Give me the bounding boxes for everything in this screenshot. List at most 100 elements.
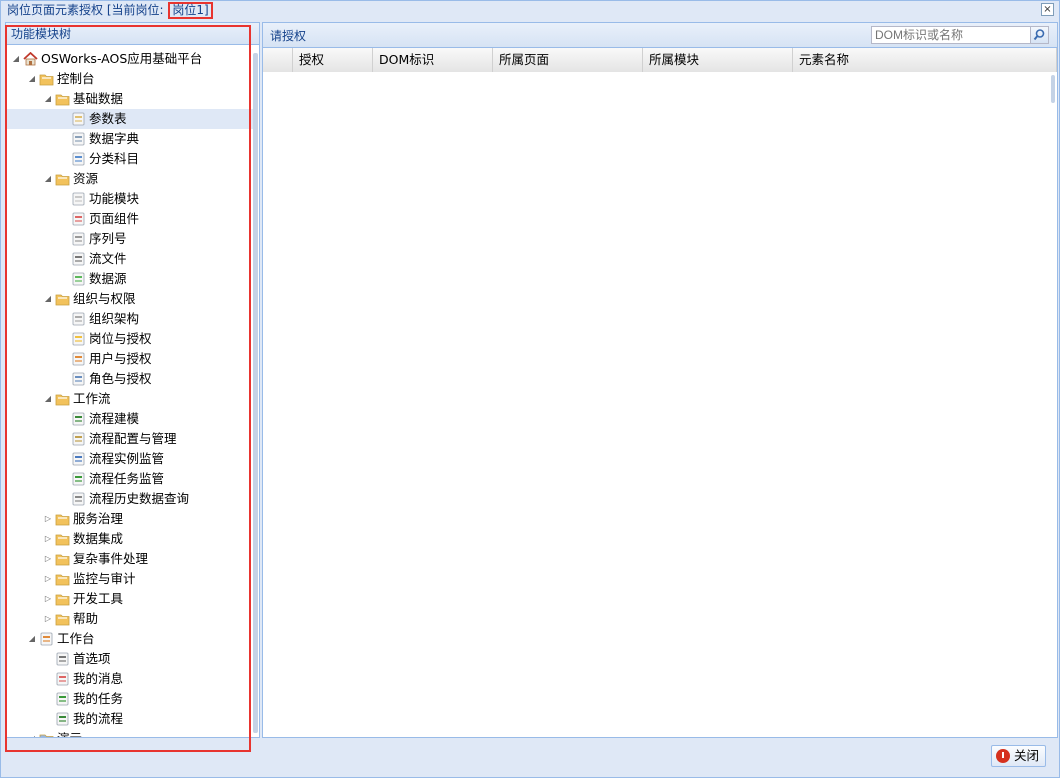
tree-node-label: 功能模块 (89, 191, 140, 206)
tree-node[interactable]: ◢ 工作流 (6, 389, 254, 409)
expanded-arrow-icon[interactable]: ◢ (11, 49, 21, 69)
tree-node[interactable]: ◢ 控制台 (6, 69, 254, 89)
datasource-icon (71, 272, 86, 286)
tree-node[interactable]: 页面组件 (6, 209, 254, 229)
list-icon (71, 152, 86, 166)
tree-node[interactable]: 岗位与授权 (6, 329, 254, 349)
expanded-arrow-icon[interactable]: ◢ (43, 289, 53, 309)
folder-icon (55, 392, 70, 406)
home-icon (23, 51, 38, 66)
tree-node-label: 分类科目 (89, 151, 140, 166)
expanded-arrow-icon[interactable]: ◢ (43, 89, 53, 109)
folder-icon (55, 172, 70, 186)
tree-node-label: 基础数据 (73, 91, 124, 106)
element-grid-panel: 请授权 授权 DOM标识 所属页面 所属模块 元素名称 (262, 22, 1058, 738)
search-box (871, 26, 1049, 44)
column-module[interactable]: 所属模块 (643, 48, 793, 72)
folder-icon (55, 532, 70, 546)
tree-node[interactable]: ◢ 基础数据 (6, 89, 254, 109)
tree-node-label: 组织与权限 (73, 291, 136, 306)
tree-node[interactable]: 流程历史数据查询 (6, 489, 254, 509)
module-tree-panel: 功能模块树 ◢ OSWorks-AOS应用基础平台 ◢ 控制台 ◢ 基础数据 参数表 数据字典… (5, 22, 260, 738)
close-button[interactable]: 关闭 (991, 745, 1046, 767)
tree-scrollbar[interactable] (253, 53, 258, 733)
column-authorize[interactable]: 授权 (293, 48, 373, 72)
tree-node[interactable]: 组织架构 (6, 309, 254, 329)
tree-node[interactable]: 流程任务监管 (6, 469, 254, 489)
folder-icon (55, 572, 70, 586)
instance-icon (71, 452, 86, 466)
tree-node[interactable]: ◢ 资源 (6, 169, 254, 189)
window-title-prefix: 岗位页面元素授权 [当前岗位: (7, 3, 168, 17)
task-icon (71, 472, 86, 486)
window-title: 岗位页面元素授权 [当前岗位: 岗位1] (7, 2, 213, 19)
window-close-icon[interactable]: × (1041, 3, 1054, 16)
tree-node-label: 首选项 (73, 651, 111, 666)
expanded-arrow-icon[interactable]: ◢ (27, 69, 37, 89)
folder-icon (55, 92, 70, 106)
collapsed-arrow-icon[interactable]: ▷ (43, 569, 53, 589)
module-tree: ◢ OSWorks-AOS应用基础平台 ◢ 控制台 ◢ 基础数据 参数表 数据字典 分类科目 ◢ 资… (6, 49, 254, 737)
sequence-icon (71, 232, 86, 246)
grid-scrollbar[interactable] (1051, 75, 1055, 103)
tree-node[interactable]: ◢ 演示 (6, 729, 254, 737)
tree-node-label: 工作台 (57, 631, 95, 646)
folder-icon (55, 512, 70, 526)
collapsed-arrow-icon[interactable]: ▷ (43, 549, 53, 569)
tree-node-label: 复杂事件处理 (73, 551, 149, 566)
tree-node-label: 控制台 (57, 71, 95, 86)
document-edit-icon (71, 112, 86, 126)
column-dom-id[interactable]: DOM标识 (373, 48, 493, 72)
tree-node[interactable]: ▷ 数据集成 (6, 529, 254, 549)
expanded-arrow-icon[interactable]: ◢ (43, 389, 53, 409)
tree-node[interactable]: 流程配置与管理 (6, 429, 254, 449)
tree-node[interactable]: ▷ 开发工具 (6, 589, 254, 609)
tree-node[interactable]: ◢ 组织与权限 (6, 289, 254, 309)
folder-icon (39, 72, 54, 86)
tree-node[interactable]: 首选项 (6, 649, 254, 669)
tree-node[interactable]: 我的流程 (6, 709, 254, 729)
tree-node[interactable]: 我的任务 (6, 689, 254, 709)
tree-node-label: 帮助 (73, 611, 99, 626)
search-input[interactable] (872, 27, 1031, 43)
tree-node-label: 页面组件 (89, 211, 140, 226)
expanded-arrow-icon[interactable]: ◢ (43, 169, 53, 189)
collapsed-arrow-icon[interactable]: ▷ (43, 509, 53, 529)
config-icon (71, 432, 86, 446)
tree-node-label: 参数表 (89, 111, 127, 126)
tree-node[interactable]: ▷ 帮助 (6, 609, 254, 629)
tree-node[interactable]: 流文件 (6, 249, 254, 269)
collapsed-arrow-icon[interactable]: ▷ (43, 609, 53, 629)
tree-node[interactable]: 功能模块 (6, 189, 254, 209)
tree-node-label: 演示 (57, 729, 82, 737)
column-page[interactable]: 所属页面 (493, 48, 643, 72)
tree-node[interactable]: 流程实例监管 (6, 449, 254, 469)
tools-icon (55, 652, 70, 666)
column-element-name[interactable]: 元素名称 (793, 48, 1057, 72)
collapsed-arrow-icon[interactable]: ▷ (43, 529, 53, 549)
tree-node[interactable]: 流程建模 (6, 409, 254, 429)
tree-node[interactable]: 参数表 (6, 109, 254, 129)
tree-node[interactable]: ▷ 复杂事件处理 (6, 549, 254, 569)
users-icon (71, 352, 86, 366)
tree-node-label: 数据源 (89, 271, 127, 286)
expanded-arrow-icon[interactable]: ◢ (27, 629, 37, 649)
tree-node[interactable]: 序列号 (6, 229, 254, 249)
tree-node-label: 我的消息 (73, 671, 124, 686)
task-icon (55, 692, 70, 706)
file-icon (71, 252, 86, 266)
tree-node[interactable]: ◢ 工作台 (6, 629, 254, 649)
tree-node[interactable]: 数据字典 (6, 129, 254, 149)
tree-node-label: 组织架构 (89, 311, 140, 326)
tree-node[interactable]: 角色与授权 (6, 369, 254, 389)
tree-node[interactable]: 数据源 (6, 269, 254, 289)
tree-node[interactable]: ▷ 服务治理 (6, 509, 254, 529)
tree-node[interactable]: 分类科目 (6, 149, 254, 169)
expanded-arrow-icon[interactable]: ◢ (27, 729, 37, 737)
search-button[interactable] (1030, 27, 1048, 43)
tree-node[interactable]: ◢ OSWorks-AOS应用基础平台 (6, 49, 254, 69)
tree-node[interactable]: 我的消息 (6, 669, 254, 689)
tree-node[interactable]: 用户与授权 (6, 349, 254, 369)
tree-node[interactable]: ▷ 监控与审计 (6, 569, 254, 589)
collapsed-arrow-icon[interactable]: ▷ (43, 589, 53, 609)
